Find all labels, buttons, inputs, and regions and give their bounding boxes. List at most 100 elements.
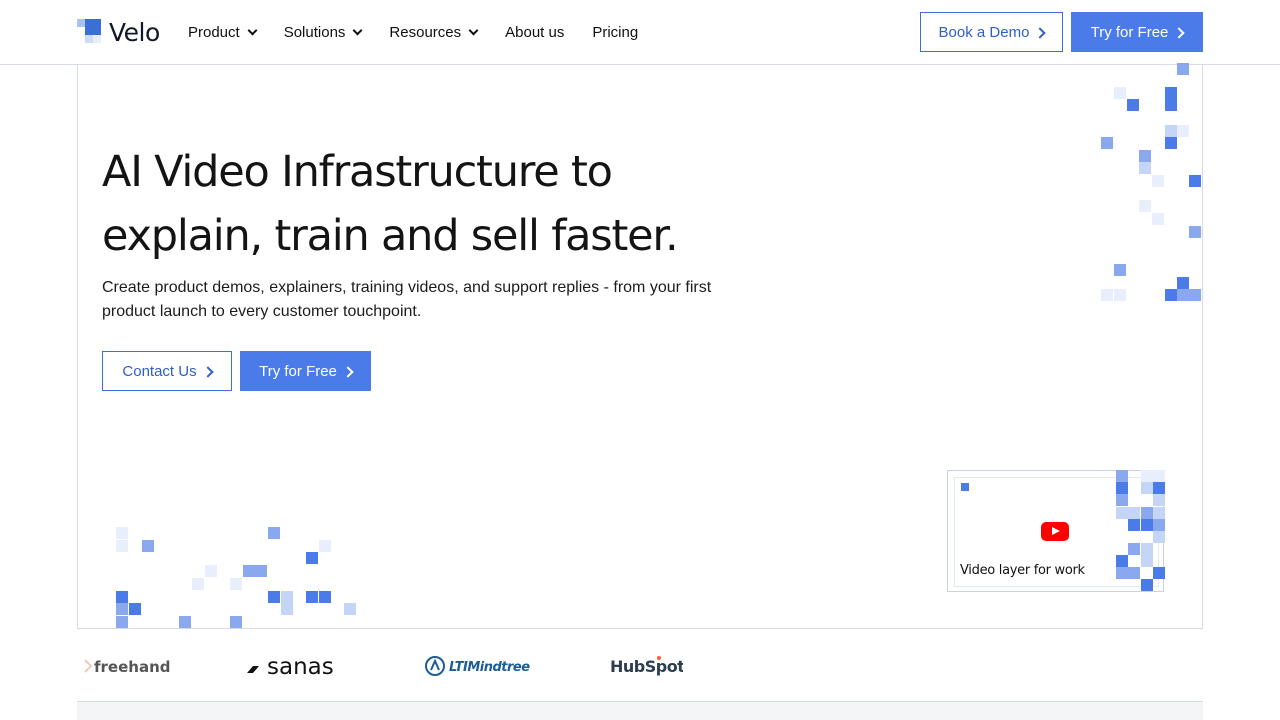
decorative-pixel <box>1141 470 1153 482</box>
nav-item-label: Product <box>188 23 240 41</box>
decorative-pixel <box>1139 162 1151 174</box>
hero-subtitle: Create product demos, explainers, traini… <box>102 279 712 320</box>
nav-try-free-button[interactable]: Try for Free <box>1071 12 1203 52</box>
decorative-pixel <box>230 616 242 628</box>
nav-item-product[interactable]: Product <box>188 22 258 42</box>
decorative-pixel <box>1153 567 1165 579</box>
sanas-logo: sanas <box>245 629 349 701</box>
decorative-pixel <box>1114 289 1126 301</box>
decorative-pixel <box>1141 543 1153 555</box>
contact-us-label: Contact Us <box>122 362 197 380</box>
video-card-label: Video layer for work <box>960 563 1085 578</box>
decorative-pixel <box>319 591 331 603</box>
decorative-pixel <box>116 616 128 628</box>
freehand-logo: freehand <box>81 629 171 701</box>
hero-title-line-1: AI Video Infrastructure to <box>102 147 613 197</box>
chevron-down-icon <box>352 25 363 35</box>
decorative-pixel <box>1116 482 1128 494</box>
nav-item-label: About us <box>505 23 565 41</box>
decorative-pixel <box>1189 289 1201 301</box>
decorative-pixel <box>1116 567 1128 579</box>
decorative-pixel <box>1116 555 1128 567</box>
decorative-pixel <box>1177 277 1189 289</box>
decorative-pixel <box>1141 555 1153 567</box>
decorative-pixel <box>1116 470 1128 482</box>
decorative-pixel <box>1141 519 1153 531</box>
svg-text:freehand: freehand <box>94 658 171 676</box>
velo-logo-text: Velo <box>109 17 160 47</box>
decorative-pixel <box>1189 175 1201 187</box>
svg-text:HubSpot: HubSpot <box>610 657 683 676</box>
decorative-pixel <box>1153 507 1165 519</box>
decorative-pixel <box>1165 125 1177 137</box>
try-free-label: Try for Free <box>1090 23 1169 41</box>
nav-item-label: Resources <box>389 23 462 41</box>
hero-try-free-button[interactable]: Try for Free <box>240 351 371 391</box>
decorative-pixel <box>306 552 318 564</box>
decorative-pixel <box>268 591 280 603</box>
decorative-pixel <box>281 591 293 603</box>
nav-item-label: Pricing <box>592 23 639 41</box>
decorative-pixel <box>1101 289 1113 301</box>
corner-marker-icon <box>961 483 969 491</box>
svg-text:LTIMindtree: LTIMindtree <box>449 660 530 675</box>
decorative-pixel <box>192 578 204 590</box>
contact-us-button[interactable]: Contact Us <box>102 351 232 391</box>
decorative-pixel <box>1128 567 1140 579</box>
decorative-pixel <box>1165 99 1177 111</box>
main-menu: Product Solutions Resources About us Pri… <box>188 22 666 42</box>
decorative-pixel <box>129 603 141 615</box>
chevron-right-icon <box>205 366 212 377</box>
sanas-logo-icon: sanas <box>247 654 334 680</box>
nav-item-pricing[interactable]: Pricing <box>592 22 638 42</box>
decorative-pixel <box>1177 125 1189 137</box>
decorative-pixel <box>1165 289 1177 301</box>
decorative-pixel <box>116 540 128 552</box>
chevron-down-icon <box>247 25 258 35</box>
decorative-pixel <box>255 565 267 577</box>
youtube-play-icon[interactable] <box>1041 522 1069 541</box>
decorative-pixel <box>1141 579 1153 591</box>
decorative-pixel <box>1153 494 1165 506</box>
hubspot-logo-icon: HubSpot <box>610 656 683 676</box>
decorative-pixel <box>1101 137 1113 149</box>
decorative-pixel <box>1153 531 1165 543</box>
decorative-pixel <box>1116 507 1128 519</box>
nav-item-label: Solutions <box>283 23 346 41</box>
chevron-right-icon <box>1037 27 1044 38</box>
customer-logo-strip: freehand sanas LTIMindtree HubSpot <box>77 628 1203 702</box>
decorative-pixel <box>116 591 128 603</box>
nav-item-about-us[interactable]: About us <box>505 22 564 42</box>
book-demo-button[interactable]: Book a Demo <box>920 12 1063 52</box>
chevron-right-icon <box>1176 27 1183 38</box>
decorative-pixel <box>1127 99 1139 111</box>
nav-item-resources[interactable]: Resources <box>389 22 479 42</box>
chevron-right-icon <box>345 366 352 377</box>
decorative-pixel <box>1139 150 1151 162</box>
decorative-pixel <box>1153 482 1165 494</box>
nav-item-solutions[interactable]: Solutions <box>283 22 363 42</box>
decorative-pixel <box>344 603 356 615</box>
decorative-pixel <box>1141 507 1153 519</box>
decorative-pixel <box>1128 519 1140 531</box>
decorative-pixel <box>319 540 331 552</box>
chevron-down-icon <box>468 25 479 35</box>
decorative-pixel <box>230 578 242 590</box>
decorative-pixel <box>1153 470 1165 482</box>
decorative-pixel <box>1189 226 1201 238</box>
decorative-pixel <box>1114 87 1126 99</box>
decorative-pixel <box>205 565 217 577</box>
book-demo-label: Book a Demo <box>938 23 1030 41</box>
decorative-pixel <box>1141 482 1153 494</box>
hero-try-free-label: Try for Free <box>259 362 337 380</box>
next-section-band <box>77 702 1203 720</box>
decorative-pixel <box>243 565 255 577</box>
decorative-pixel <box>179 616 191 628</box>
freehand-logo-icon: freehand <box>84 658 171 676</box>
ltimindtree-logo-icon: LTIMindtree <box>425 656 531 676</box>
hero-title-line-2: explain, train and sell faster. <box>102 211 679 261</box>
decorative-pixel <box>116 527 128 539</box>
hero-title: AI Video Infrastructure to explain, trai… <box>102 140 802 268</box>
velo-logo[interactable]: Velo <box>77 17 160 47</box>
decorative-pixel <box>1153 519 1165 531</box>
